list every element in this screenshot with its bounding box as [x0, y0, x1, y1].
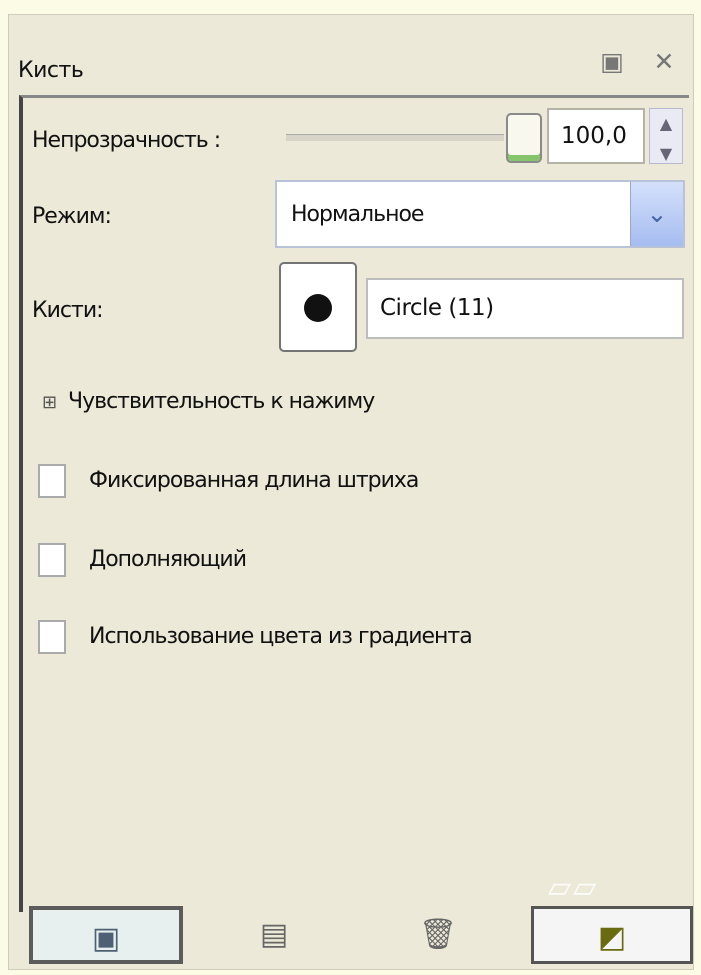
gradient-color-checkbox[interactable] [38, 620, 66, 654]
fixed-stroke-length-label: Фиксированная длина штриха [89, 468, 419, 493]
expander-icon[interactable]: ⊞ [42, 392, 62, 413]
gradient-color-label: Использование цвета из градиента [89, 624, 473, 649]
mode-label: Режим: [32, 204, 112, 229]
mode-selected-value: Нормальное [291, 202, 424, 227]
save-preset-button[interactable]: ▣ [29, 906, 183, 964]
close-icon[interactable]: ✕ [650, 48, 678, 76]
bottom-toolbar: ▣ ▤ 🗑 ◩ [23, 898, 693, 968]
slider-handle-icon[interactable] [506, 113, 542, 163]
brush-preview-button[interactable] [279, 262, 357, 352]
chevron-down-icon[interactable]: ⌄ [630, 182, 683, 246]
pressure-sensitivity-expander[interactable]: ⊞ Чувствительность к нажиму [42, 389, 375, 414]
brush-name-field[interactable]: Circle (11) [366, 278, 684, 339]
fixed-stroke-length-option[interactable]: Фиксированная длина штриха [38, 463, 419, 499]
fixed-stroke-length-checkbox[interactable] [38, 464, 66, 498]
watermark-logo: ▱▱ [548, 870, 599, 905]
dialog-title: Кисть [18, 58, 84, 83]
opacity-slider[interactable] [286, 134, 504, 141]
dock-icon[interactable]: ▣ [598, 48, 626, 76]
brush-label: Кисти: [32, 298, 104, 323]
delete-preset-button[interactable]: 🗑 [367, 906, 509, 964]
opacity-value-field[interactable]: 100,0 [547, 108, 645, 164]
gradient-color-option[interactable]: Использование цвета из градиента [38, 619, 473, 655]
pressure-sensitivity-label: Чувствительность к нажиму [68, 389, 375, 414]
save-preset-icon: ▣ [91, 921, 121, 956]
restore-preset-button[interactable]: ▤ [203, 906, 345, 964]
incremental-label: Дополняющий [89, 547, 247, 572]
restore-preset-icon: ▤ [259, 917, 289, 952]
mode-select[interactable]: Нормальное ⌄ [275, 180, 685, 248]
reset-button[interactable]: ◩ [531, 906, 693, 964]
spin-arrows-icon[interactable]: ▲ ▼ [649, 108, 683, 164]
incremental-checkbox[interactable] [38, 543, 66, 577]
brush-circle-icon [304, 294, 332, 322]
opacity-label: Непрозрачность : [32, 128, 221, 153]
delete-preset-icon: 🗑 [418, 917, 458, 952]
reset-icon: ◩ [597, 920, 627, 955]
incremental-option[interactable]: Дополняющий [38, 542, 247, 578]
